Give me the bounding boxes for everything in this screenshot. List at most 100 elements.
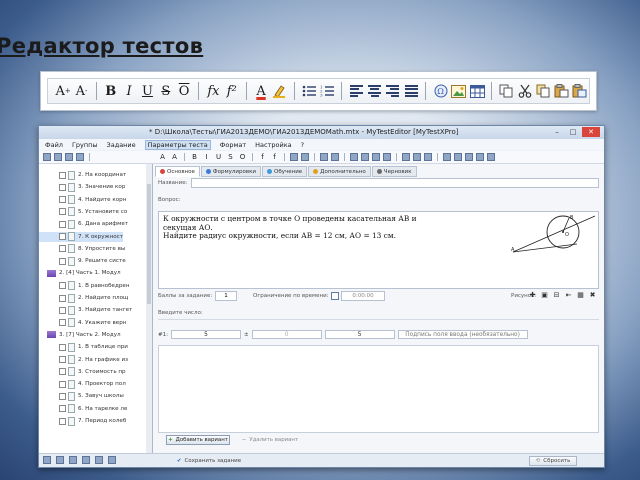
image-icon[interactable] [413,153,421,161]
tree-checkbox[interactable] [59,319,66,327]
tree-task[interactable]: 2. На графике из [39,355,128,365]
align-center-icon[interactable] [365,82,383,101]
formula-subscript-button[interactable]: fx [204,82,222,101]
tree-checkbox[interactable] [59,208,66,216]
symbol-omega-icon[interactable]: Ω [431,82,449,101]
bullets-icon[interactable] [320,153,328,161]
menu-item[interactable]: Группы [72,141,98,149]
align-left-icon[interactable] [347,82,365,101]
save-picture-icon[interactable]: ▣ [541,292,548,299]
insert-image-icon[interactable] [450,82,468,101]
cut-icon[interactable] [454,153,462,161]
tree-task[interactable]: 1. В таблице при [39,342,128,352]
font-color-icon[interactable] [290,153,298,161]
delete-picture-icon[interactable]: ✖ [589,292,596,299]
task-tree[interactable]: 2. На координат 3. Значение кор 4. Найдите… [39,164,153,454]
copy-icon[interactable] [534,82,552,101]
tree-checkbox[interactable] [59,282,66,290]
tab-draft[interactable]: Черновик [371,166,417,177]
edit-picture-icon[interactable]: ⊟ [553,292,560,299]
tree-checkbox[interactable] [59,233,66,240]
score-input[interactable]: 1 [215,291,237,301]
tree-group[interactable]: 3. [7] Часть 2. Модул [39,330,121,340]
tree-checkbox[interactable] [59,306,66,314]
menu-item[interactable]: Параметры теста [144,139,211,150]
move-bottom-icon[interactable] [82,456,90,464]
copy-format-icon[interactable] [443,153,451,161]
italic-icon[interactable]: I [202,153,211,161]
font-color-button[interactable]: A [252,82,270,101]
tree-checkbox[interactable] [59,183,66,191]
table-icon[interactable] [424,153,432,161]
add-picture-icon[interactable]: ✚ [529,292,536,299]
move-down-icon[interactable] [69,456,77,464]
menu-item[interactable]: Настройка [255,141,291,149]
tree-task[interactable]: 4. Найдите корн [39,195,126,205]
variant-tolerance-input[interactable]: 0 [251,330,322,339]
tree-checkbox[interactable] [59,392,66,400]
paste-special-icon[interactable] [487,153,495,161]
tree-task[interactable]: 3. Найдите тангет [39,305,132,315]
overline-button[interactable]: O [175,82,193,101]
tree-task[interactable]: 3. Значение кор [39,182,125,192]
tab-formulations[interactable]: Формулировки [200,166,261,177]
menu-item[interactable]: Формат [220,141,246,149]
tree-task[interactable]: 9. Решите систе [39,256,126,266]
superscript-icon[interactable]: A [158,153,167,161]
tree-task[interactable]: 4. Укажите верн [39,318,126,328]
tree-task[interactable]: 6. Дана арифмет [39,219,128,229]
time-limit-input[interactable]: 0:00:00 [341,291,385,301]
time-limit-checkbox[interactable] [331,292,339,300]
remove-variant-button[interactable]: − Удалить вариант [239,435,301,445]
tree-task[interactable]: 1. В равнобедрен [39,281,130,291]
variant-caption-input[interactable]: Подпись поля ввода (необязательно) [397,330,528,339]
paste-icon[interactable] [476,153,484,161]
underline-button[interactable]: U [138,82,156,101]
bullet-list-icon[interactable] [299,82,317,101]
tree-group[interactable]: 2. [4] Часть 1. Модул [39,268,121,278]
save-file-icon[interactable] [65,153,73,161]
tree-task[interactable]: 3. Стоимость пр [39,367,126,377]
justify-icon[interactable] [383,153,391,161]
fx-icon[interactable]: f [258,153,267,161]
copy-icon[interactable] [465,153,473,161]
tree-task[interactable]: 7. Период колеб [39,416,126,426]
tree-task[interactable]: 6. На тарелке ле [39,404,127,414]
bold-icon[interactable]: B [190,153,199,161]
tree-task[interactable]: 5. Установите со [39,207,127,217]
tree-checkbox[interactable] [59,343,66,351]
tab-main[interactable]: Основное [155,166,200,177]
italic-button[interactable]: I [120,82,138,101]
variant-display-input[interactable]: 5 [324,330,395,339]
numbering-icon[interactable] [331,153,339,161]
minimize-button[interactable]: – [550,127,564,137]
reset-button[interactable]: ⟲ Сбросить [529,456,577,466]
align-justify-icon[interactable] [402,82,420,101]
formula-superscript-button[interactable]: f² [223,82,241,101]
question-editor[interactable]: К окружности с центром в точке О проведе… [158,211,599,289]
tree-checkbox[interactable] [59,196,66,204]
paste-icon[interactable] [552,82,570,101]
tab-training[interactable]: Обучение [262,166,308,177]
new-file-icon[interactable] [43,153,51,161]
tree-task[interactable]: 4. Проектор пол [39,379,126,389]
tree-checkbox[interactable] [59,380,66,388]
move-up-icon[interactable] [56,456,64,464]
menu-item[interactable]: Файл [45,141,63,149]
menu-item[interactable]: Задание [107,141,136,149]
tree-checkbox[interactable] [59,257,66,265]
tree-checkbox[interactable] [59,417,66,425]
underline-icon[interactable]: U [214,153,223,161]
save-task-button[interactable]: ✔ Сохранить задание [169,456,249,466]
fx-sup-icon[interactable]: f [270,153,279,161]
omega-icon[interactable] [402,153,410,161]
tree-task[interactable]: 5. Завуч школы [39,391,124,401]
tree-checkbox[interactable] [59,368,66,376]
insert-table-icon[interactable] [468,82,486,101]
maximize-button[interactable]: □ [566,127,580,137]
expand-icon[interactable] [95,456,103,464]
copy-format-icon[interactable] [497,82,515,101]
bold-button[interactable]: B [102,82,120,101]
name-input[interactable] [191,178,599,188]
print-icon[interactable] [76,153,84,161]
